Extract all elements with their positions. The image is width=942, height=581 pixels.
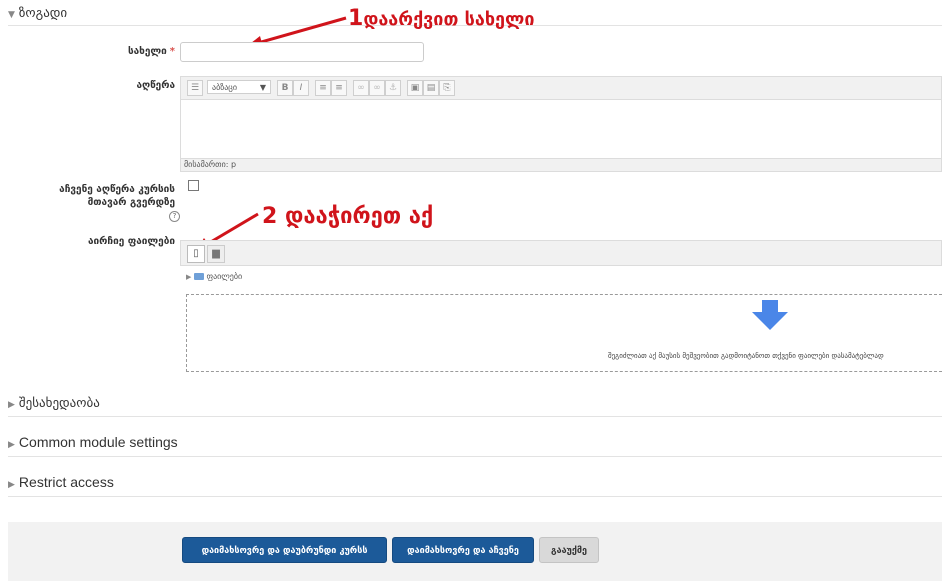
- section-restrict-access-header[interactable]: ▶ Restrict access: [8, 474, 114, 490]
- toolbar-toggle-icon[interactable]: ☰: [187, 80, 203, 96]
- chevron-down-icon: ▼: [259, 83, 266, 92]
- section-common-module-header[interactable]: ▶ Common module settings: [8, 434, 178, 450]
- ordered-list-icon[interactable]: ≡: [331, 80, 347, 96]
- annotation-2-number: 2: [262, 204, 278, 229]
- save-and-return-button[interactable]: დაიმახსოვრე და დაუბრუნდი კურსს: [182, 537, 387, 563]
- description-label: აღწერა: [136, 80, 175, 91]
- expand-triangle-icon: ▶: [8, 400, 15, 410]
- save-and-display-button[interactable]: დაიმახსოვრე და აჩვენე: [392, 537, 534, 563]
- section-appearance-title: შესახედაობა: [18, 396, 100, 411]
- image-icon[interactable]: ▣: [407, 80, 423, 96]
- section-general-title: ზოგადი: [18, 6, 68, 21]
- file-drop-zone[interactable]: [186, 294, 942, 372]
- paragraph-select-value: აბზაცი: [212, 83, 237, 92]
- drop-arrow-icon: [752, 300, 788, 330]
- paragraph-select[interactable]: აბზაცი ▼: [207, 80, 271, 94]
- divider: [8, 456, 942, 457]
- cancel-button[interactable]: გააუქმე: [539, 537, 599, 563]
- drop-hint: შეგიძლიათ აქ მაუსის მეშვეობით გადმოიტანო…: [608, 352, 884, 360]
- name-input[interactable]: [180, 42, 424, 62]
- files-label: აირჩიე ფაილები: [87, 236, 175, 247]
- annotation-1-text: დაარქვით სახელი: [363, 9, 535, 30]
- editor-path-bar: მისამართი: p: [180, 158, 942, 172]
- annotation-1: 1დაარქვით სახელი: [348, 6, 535, 31]
- section-general-header[interactable]: ▼ ზოგადი: [8, 6, 67, 21]
- required-icon: *: [169, 46, 175, 57]
- annotation-1-number: 1: [348, 6, 364, 31]
- create-folder-icon[interactable]: ▆: [207, 245, 225, 263]
- folder-icon: [193, 273, 204, 280]
- unlink-icon[interactable]: ∞: [369, 80, 385, 96]
- help-icon[interactable]: ?: [169, 211, 180, 222]
- collapse-triangle-icon: ▼: [8, 10, 15, 20]
- annotation-2-text: დააჭირეთ აქ: [284, 204, 434, 229]
- editor-content[interactable]: [180, 100, 942, 158]
- divider: [8, 416, 942, 417]
- section-appearance-header[interactable]: ▶ შესახედაობა: [8, 396, 100, 411]
- editor-path-text: მისამართი: p: [184, 160, 237, 169]
- name-label: სახელი *: [40, 46, 175, 57]
- section-restrict-access-title: Restrict access: [18, 474, 114, 490]
- filepicker-toolbar: ▯ ▆: [180, 240, 942, 266]
- add-file-icon[interactable]: ▯: [187, 245, 205, 263]
- show-description-checkbox[interactable]: [188, 180, 199, 191]
- divider: [8, 496, 942, 497]
- media-icon[interactable]: ▤: [423, 80, 439, 96]
- name-label-text: სახელი: [127, 46, 167, 57]
- bold-icon[interactable]: B: [277, 80, 293, 96]
- annotation-2: 2 დააჭირეთ აქ: [262, 204, 433, 229]
- manage-files-icon[interactable]: ⎘: [439, 80, 455, 96]
- link-icon[interactable]: ∞: [353, 80, 369, 96]
- folder-tree[interactable]: ▶ ფაილები: [186, 272, 242, 281]
- show-description-label: აჩვენე აღწერა კურსის მთავარ გვერდზე: [59, 184, 175, 208]
- editor-toolbar: ☰ აბზაცი ▼ B I ≡ ≡ ∞ ∞ ⚓ ▣ ▤ ⎘: [180, 76, 942, 100]
- anchor-icon[interactable]: ⚓: [385, 80, 401, 96]
- expand-triangle-icon: ▶: [8, 479, 15, 489]
- expand-triangle-icon: ▶: [8, 439, 15, 449]
- folder-label: ფაილები: [206, 272, 243, 281]
- unordered-list-icon[interactable]: ≡: [315, 80, 331, 96]
- italic-icon[interactable]: I: [293, 80, 309, 96]
- section-common-module-title: Common module settings: [18, 434, 178, 450]
- expand-triangle-icon: ▶: [186, 273, 192, 281]
